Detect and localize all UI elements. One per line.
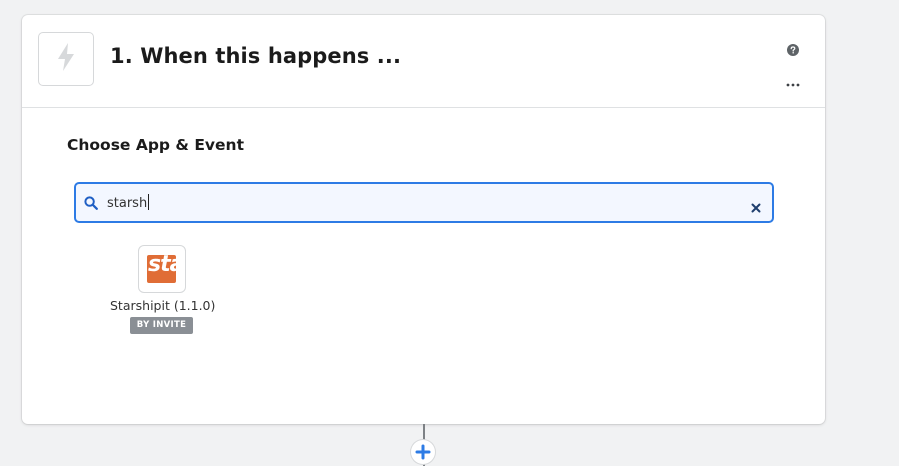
app-logo-text: sta bbox=[148, 255, 176, 277]
trigger-step-card: 1. When this happens ... Choose App & Ev… bbox=[22, 15, 825, 424]
add-step-button[interactable] bbox=[411, 440, 435, 464]
search-value-wrapper: starsh bbox=[107, 194, 150, 211]
text-caret bbox=[148, 194, 150, 210]
starshipit-logo: sta bbox=[147, 255, 176, 283]
search-value: starsh bbox=[107, 196, 148, 211]
app-search-input[interactable]: starsh bbox=[74, 182, 774, 223]
step-header[interactable]: 1. When this happens ... bbox=[22, 15, 825, 108]
zap-editor-canvas: 1. When this happens ... Choose App & Ev… bbox=[0, 0, 899, 466]
trigger-app-placeholder bbox=[38, 32, 94, 86]
lightning-bolt-icon bbox=[56, 42, 76, 76]
ellipsis-icon[interactable] bbox=[785, 73, 801, 87]
app-name: Starshipit (1.1.0) bbox=[110, 298, 216, 313]
invite-badge: BY INVITE bbox=[130, 317, 193, 334]
magnifier-icon bbox=[84, 195, 98, 210]
question-circle-icon[interactable] bbox=[787, 41, 799, 56]
app-logo-frame: sta bbox=[138, 245, 186, 293]
app-result-starshipit[interactable]: sta Starshipit (1.1.0) BY INVITE bbox=[110, 245, 216, 337]
choose-app-heading: Choose App & Event bbox=[67, 136, 244, 154]
step-title: 1. When this happens ... bbox=[110, 44, 402, 68]
close-x-icon[interactable] bbox=[751, 198, 761, 213]
